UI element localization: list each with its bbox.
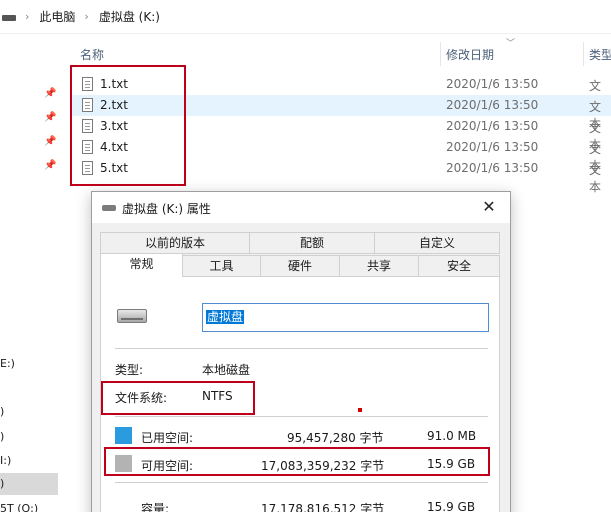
pin-icon: 📌	[44, 112, 57, 123]
tab-security[interactable]: 安全	[418, 255, 500, 277]
text-file-icon	[82, 119, 93, 133]
nav-item-drive-selected[interactable]: )	[0, 473, 58, 495]
tab-previous-versions[interactable]: 以前的版本	[100, 232, 250, 254]
properties-dialog: 虚拟盘 (K:) 属性 ✕ 以前的版本 配额 自定义 常规 工具 硬件 共享 安…	[91, 191, 511, 512]
column-date-modified[interactable]: 修改日期	[446, 46, 494, 63]
separator	[115, 348, 488, 349]
used-space-label: 已用空间:	[141, 431, 194, 445]
nav-item-drive-q[interactable]: 5T (Q:)	[0, 502, 38, 512]
column-divider[interactable]	[440, 42, 441, 66]
separator	[115, 416, 488, 417]
dialog-titlebar[interactable]: 虚拟盘 (K:) 属性 ✕	[92, 192, 510, 223]
file-list: 名称 ﹀ 修改日期 类型 1.txt 2020/1/6 13:50 文本 2.t…	[72, 34, 611, 194]
pin-icon: 📌	[44, 136, 57, 147]
file-row[interactable]: 5.txt 2020/1/6 13:50 文本	[72, 158, 611, 194]
file-name: 4.txt	[100, 140, 128, 154]
free-space-swatch	[115, 455, 132, 472]
pin-icon: 📌	[44, 88, 57, 99]
file-row[interactable]: 1.txt 2020/1/6 13:50 文本	[72, 74, 611, 110]
file-date: 2020/1/6 13:50	[446, 119, 539, 133]
free-space-size: 15.9 GB	[427, 457, 476, 471]
red-marker	[358, 408, 362, 412]
capacity-label: 容量:	[141, 502, 170, 512]
tab-hardware[interactable]: 硬件	[260, 255, 340, 277]
close-button[interactable]: ✕	[476, 195, 502, 219]
text-file-icon	[82, 98, 93, 112]
file-name: 5.txt	[100, 161, 128, 175]
text-file-icon	[82, 77, 93, 91]
column-header: 名称 ﹀ 修改日期 类型	[72, 34, 611, 72]
used-space-bytes: 95,457,280 字节	[287, 431, 384, 445]
free-space-bytes: 17,083,359,232 字节	[261, 459, 385, 473]
tab-tools[interactable]: 工具	[182, 255, 261, 277]
drive-name-input[interactable]: 虚拟盘	[202, 303, 489, 332]
navigation-pane: 📌 📌 📌 📌 E:) ) ) I:) ) 5T (Q:)	[0, 34, 58, 512]
column-name[interactable]: 名称	[80, 46, 104, 63]
free-space-label: 可用空间:	[141, 459, 194, 473]
used-space-swatch	[115, 427, 132, 444]
file-date: 2020/1/6 13:50	[446, 98, 539, 112]
breadcrumb: › 此电脑 › 虚拟盘 (K:)	[0, 0, 611, 34]
hard-drive-icon	[117, 309, 147, 323]
type-value: 本地磁盘	[202, 363, 251, 377]
file-system-label: 文件系统:	[115, 391, 168, 405]
pin-icon: 📌	[44, 160, 57, 171]
drive-name-selected-text: 虚拟盘	[206, 310, 245, 324]
file-row[interactable]: 3.txt 2020/1/6 13:50 文本	[72, 116, 611, 152]
file-date: 2020/1/6 13:50	[446, 77, 539, 91]
breadcrumb-this-pc[interactable]: 此电脑	[39, 8, 75, 25]
nav-item-drive-i[interactable]: I:)	[0, 454, 11, 467]
file-row[interactable]: 2.txt 2020/1/6 13:50 文本	[72, 95, 611, 131]
general-panel: 虚拟盘 类型: 本地磁盘 文件系统: NTFS 已用空间: 95,457,280…	[100, 276, 500, 512]
sort-descending-icon: ﹀	[506, 39, 516, 49]
text-file-icon	[82, 140, 93, 154]
drive-icon	[2, 14, 16, 21]
text-file-icon	[82, 161, 93, 175]
file-name: 3.txt	[100, 119, 128, 133]
breadcrumb-virtual-disk[interactable]: 虚拟盘 (K:)	[99, 8, 160, 25]
capacity-bytes: 17,178,816,512 字节	[261, 502, 385, 512]
chevron-right-icon: ›	[25, 10, 30, 23]
dialog-title: 虚拟盘 (K:) 属性	[122, 202, 211, 216]
column-type[interactable]: 类型	[589, 46, 611, 63]
nav-item-drive[interactable]: )	[0, 405, 4, 418]
file-type: 文本	[589, 163, 602, 194]
file-system-value: NTFS	[202, 389, 233, 403]
type-label: 类型:	[115, 363, 144, 377]
chevron-right-icon: ›	[84, 10, 89, 23]
nav-item-drive-e[interactable]: E:)	[0, 357, 15, 370]
column-divider[interactable]	[583, 42, 584, 66]
tab-quota[interactable]: 配额	[249, 232, 375, 254]
file-date: 2020/1/6 13:50	[446, 161, 539, 175]
capacity-size: 15.9 GB	[427, 500, 476, 512]
file-row[interactable]: 4.txt 2020/1/6 13:50 文本	[72, 137, 611, 173]
file-name: 1.txt	[100, 77, 128, 91]
drive-icon	[102, 205, 116, 211]
tab-customize[interactable]: 自定义	[374, 232, 500, 254]
tab-general[interactable]: 常规	[100, 253, 183, 277]
nav-item-drive[interactable]: )	[0, 430, 4, 443]
file-name: 2.txt	[100, 98, 128, 112]
tab-sharing[interactable]: 共享	[339, 255, 419, 277]
used-space-size: 91.0 MB	[427, 429, 477, 443]
file-date: 2020/1/6 13:50	[446, 140, 539, 154]
separator	[115, 482, 488, 483]
